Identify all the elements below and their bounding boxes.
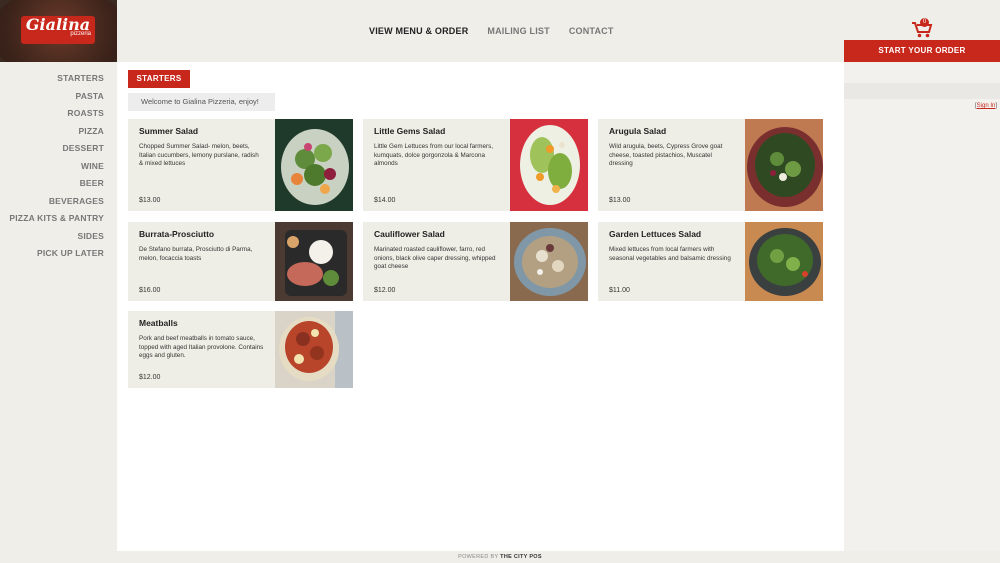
footer: POWERED BY THE CITY POS: [0, 551, 1000, 563]
sidebar-item-beer[interactable]: BEER: [0, 175, 117, 193]
menu-item-price: $11.00: [609, 287, 630, 294]
menu-item-description: De Stefano burrata, Prosciutto di Parma,…: [139, 246, 253, 262]
salad-photo: [275, 119, 353, 211]
nav-contact[interactable]: CONTACT: [569, 26, 614, 36]
menu-item-price: $12.00: [139, 374, 161, 381]
menu-item-price: $14.00: [374, 197, 396, 204]
sidebar-item-pizza-kits-pantry[interactable]: PIZZA KITS & PANTRY: [0, 210, 117, 228]
sidebar-item-pick-up-later[interactable]: PICK UP LATER: [0, 245, 117, 263]
menu-item-description: Chopped Summer Salad- melon, beets, Ital…: [139, 143, 259, 167]
sign-in-link[interactable]: Sign In: [977, 103, 996, 109]
menu-item-title: Little Gems Salad: [374, 126, 446, 136]
menu-item-card[interactable]: Garden Lettuces Salad Mixed lettuces fro…: [598, 222, 823, 301]
menu-item-card[interactable]: Cauliflower Salad Marinated roasted caul…: [363, 222, 588, 301]
menu-item-card[interactable]: Arugula Salad Wild arugula, beets, Cypre…: [598, 119, 823, 211]
menu-item-card[interactable]: Little Gems Salad Little Gem Lettuces fr…: [363, 119, 588, 211]
brand-logo[interactable]: Gialina pizzeria: [0, 0, 117, 62]
category-sidebar: STARTERS PASTA ROASTS PIZZA DESSERT WINE…: [0, 62, 117, 551]
nav-mailing-list[interactable]: MAILING LIST: [487, 26, 549, 36]
footer-powered-label: POWERED BY: [458, 554, 499, 560]
menu-item-description: Marinated roasted cauliflower, farro, re…: [374, 246, 496, 270]
meatballs-photo: [275, 311, 353, 388]
menu-item-price: $12.00: [374, 287, 396, 294]
footer-brand-link[interactable]: THE CITY POS: [500, 554, 542, 560]
cart-count-badge: 0: [920, 18, 929, 27]
menu-item-title: Cauliflower Salad: [374, 229, 445, 239]
logo-badge: Gialina pizzeria: [21, 16, 95, 44]
section-tab-starters[interactable]: STARTERS: [128, 70, 190, 88]
salad-photo: [510, 119, 588, 211]
sidebar-item-pasta[interactable]: PASTA: [0, 88, 117, 106]
sidebar-item-wine[interactable]: WINE: [0, 158, 117, 176]
menu-item-description: Wild arugula, beets, Cypress Grove goat …: [609, 143, 723, 167]
sidebar-item-pizza[interactable]: PIZZA: [0, 123, 117, 141]
menu-item-price: $13.00: [139, 197, 161, 204]
start-order-button[interactable]: START YOUR ORDER: [844, 40, 1000, 62]
nav-view-menu-order[interactable]: VIEW MENU & ORDER: [369, 26, 468, 36]
menu-item-title: Burrata-Prosciutto: [139, 229, 215, 239]
burrata-photo: [275, 222, 353, 301]
cauliflower-photo: [510, 222, 588, 301]
menu-item-title: Meatballs: [139, 318, 178, 328]
menu-content: STARTERS Welcome to Gialina Pizzeria, en…: [117, 62, 844, 551]
sign-in-area: [Sign In]: [974, 103, 997, 109]
salad-bowl-photo: [745, 222, 823, 301]
sidebar-item-beverages[interactable]: BEVERAGES: [0, 193, 117, 211]
menu-item-title: Arugula Salad: [609, 126, 667, 136]
menu-item-price: $13.00: [609, 197, 631, 204]
menu-item-card[interactable]: Summer Salad Chopped Summer Salad- melon…: [128, 119, 353, 211]
menu-item-price: $16.00: [139, 287, 161, 294]
sidebar-item-roasts[interactable]: ROASTS: [0, 105, 117, 123]
menu-item-title: Garden Lettuces Salad: [609, 229, 702, 239]
menu-item-title: Summer Salad: [139, 126, 199, 136]
menu-item-description: Mixed lettuces from local farmers with s…: [609, 246, 731, 262]
order-panel-bar: [844, 83, 1000, 99]
menu-item-card[interactable]: Burrata-Prosciutto De Stefano burrata, P…: [128, 222, 353, 301]
menu-item-description: Little Gem Lettuces from our local farme…: [374, 143, 493, 167]
menu-item-card[interactable]: Meatballs Pork and beef meatballs in tom…: [128, 311, 353, 388]
order-panel: [Sign In]: [844, 62, 1000, 551]
welcome-message: Welcome to Gialina Pizzeria, enjoy!: [128, 93, 275, 111]
sidebar-item-sides[interactable]: SIDES: [0, 228, 117, 246]
top-navigation: VIEW MENU & ORDER MAILING LIST CONTACT: [369, 26, 614, 36]
menu-item-description: Pork and beef meatballs in tomato sauce,…: [139, 335, 264, 359]
sidebar-item-dessert[interactable]: DESSERT: [0, 140, 117, 158]
salad-bowl-photo: [745, 119, 823, 211]
sidebar-item-starters[interactable]: STARTERS: [0, 70, 117, 88]
